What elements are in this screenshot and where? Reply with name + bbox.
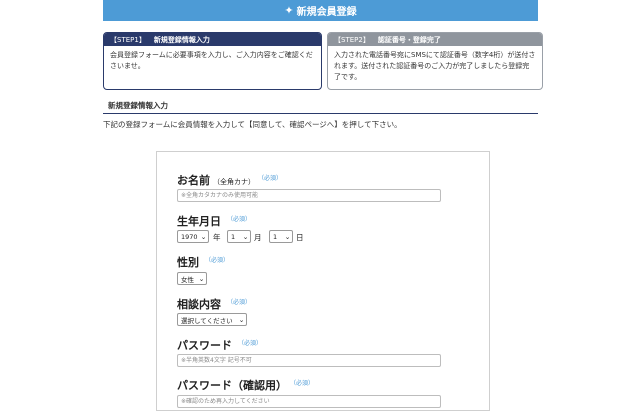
step1-box: 【STEP1】 新規登録情報入力 会員登録フォームに必要事項を入力し、ご入力内容… xyxy=(103,32,322,90)
step2-title: 認証番号・登録完了 xyxy=(377,35,441,44)
sparkle-icon: ✦ xyxy=(284,4,294,17)
password-confirm-label: パスワード（確認用） （必須） xyxy=(177,377,314,393)
required-badge: （必須） xyxy=(205,257,230,264)
birth-day-select[interactable]: 1 ⌄ xyxy=(269,230,293,243)
consult-value: 選択してください xyxy=(181,316,233,325)
required-badge: （必須） xyxy=(238,340,263,347)
name-input[interactable]: ※全角カタカナのみ使用可能 xyxy=(177,189,441,202)
chevron-down-icon: ⌄ xyxy=(238,315,245,324)
step1-header: 【STEP1】 新規登録情報入力 xyxy=(104,33,321,46)
password-confirm-label-text: パスワード（確認用） xyxy=(177,379,287,392)
consult-label: 相談内容 （必須） xyxy=(177,296,251,312)
birth-year-value: 1970 xyxy=(181,232,198,241)
password-confirm-input[interactable]: ※確認のため再入力してください xyxy=(177,395,441,408)
registration-form: お名前 （全角カナ） （必須） ※全角カタカナのみ使用可能 生年月日 （必須） 197… xyxy=(156,151,490,411)
page-title: 新規会員登録 xyxy=(296,7,357,18)
month-unit: 月 xyxy=(254,233,262,242)
birth-month-select[interactable]: 1 ⌄ xyxy=(227,230,251,243)
section-title: 新規登録情報入力 xyxy=(103,100,538,114)
gender-value: 女性 xyxy=(181,275,194,284)
chevron-down-icon: ⌄ xyxy=(200,232,207,241)
consult-label-text: 相談内容 xyxy=(177,298,221,311)
required-badge: （必須） xyxy=(293,380,315,387)
chevron-down-icon: ⌄ xyxy=(198,274,205,283)
step2-header: 【STEP2】 認証番号・登録完了 xyxy=(328,33,542,46)
birthdate-label: 生年月日 （必須） xyxy=(177,213,251,229)
step2-box: 【STEP2】 認証番号・登録完了 入力された電話番号宛にSMSにて認証番号（数… xyxy=(327,32,543,90)
gender-select[interactable]: 女性 ⌄ xyxy=(177,272,207,285)
password-label: パスワード （必須） xyxy=(177,337,262,353)
step2-description: 入力された電話番号宛にSMSにて認証番号（数字4桁）が送付されます。送付された認… xyxy=(334,51,536,81)
required-badge: （必須） xyxy=(227,216,252,223)
step1-description: 会員登録フォームに必要事項を入力し、ご入力内容をご確認くださいませ。 xyxy=(110,51,313,70)
name-label-text: お名前 xyxy=(177,174,210,187)
required-badge: （必須） xyxy=(227,299,252,306)
password-label-text: パスワード xyxy=(177,339,232,352)
step2-number: 【STEP2】 xyxy=(334,35,370,44)
birth-month-value: 1 xyxy=(231,232,236,241)
consult-select[interactable]: 選択してください ⌄ xyxy=(177,313,247,326)
password-input[interactable]: ※半角英数4文字 記号不可 xyxy=(177,354,441,367)
year-unit: 年 xyxy=(213,233,221,242)
chevron-down-icon: ⌄ xyxy=(242,232,249,241)
name-sublabel: （全角カナ） xyxy=(213,178,255,186)
page-header: ✦ 新規会員登録 xyxy=(103,0,538,21)
section-description: 下記の登録フォームに会員情報を入力して【同意して、確認ページへ】を押して下さい。 xyxy=(103,120,402,129)
gender-label: 性別 （必須） xyxy=(177,254,229,270)
birthdate-label-text: 生年月日 xyxy=(177,215,221,228)
birth-day-value: 1 xyxy=(273,232,278,241)
step1-number: 【STEP1】 xyxy=(110,35,146,44)
name-label: お名前 （全角カナ） （必須） xyxy=(177,172,282,188)
step1-title: 新規登録情報入力 xyxy=(153,35,210,44)
chevron-down-icon: ⌄ xyxy=(284,232,291,241)
day-unit: 日 xyxy=(296,233,304,242)
gender-label-text: 性別 xyxy=(177,256,199,269)
required-badge: （必須） xyxy=(261,175,283,182)
birth-year-select[interactable]: 1970 ⌄ xyxy=(177,230,209,243)
